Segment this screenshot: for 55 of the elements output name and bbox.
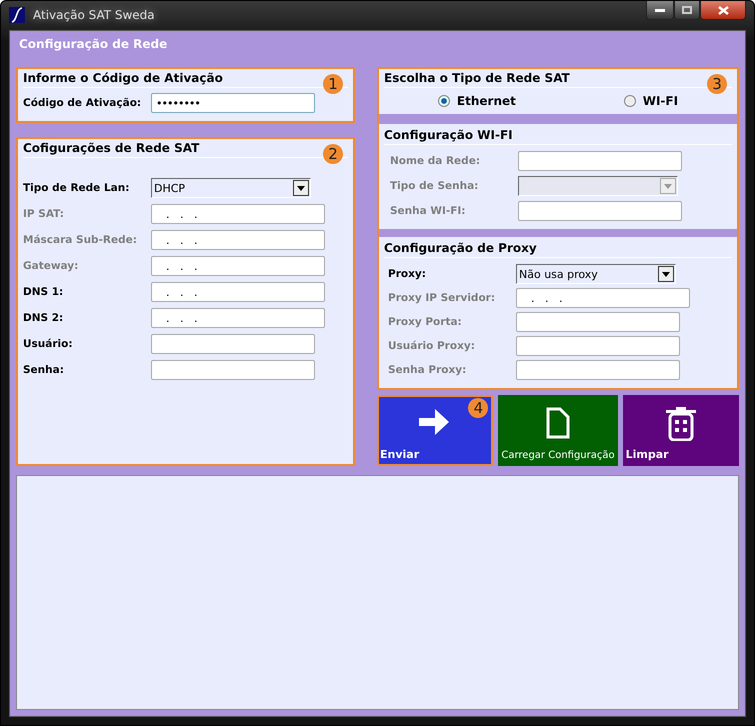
step-badge: 1	[323, 74, 343, 94]
caret-icon	[293, 180, 309, 196]
field-label: Senha WI-FI:	[390, 205, 466, 217]
dropdown[interactable]: Não usa proxy	[516, 264, 676, 284]
minimize-icon	[655, 8, 665, 12]
field-label: DNS 2:	[23, 312, 64, 324]
input-field[interactable]	[151, 334, 315, 354]
maximize-button[interactable]	[674, 1, 700, 20]
close-button[interactable]	[700, 1, 746, 20]
group-title: Configuração WI-FI	[384, 128, 732, 145]
input-field[interactable]	[151, 360, 315, 380]
minimize-button[interactable]	[646, 1, 674, 20]
input-field[interactable]: ••••••••	[151, 93, 315, 113]
field-label: Usuário Proxy:	[388, 340, 476, 352]
caret-icon	[658, 266, 674, 282]
field-label: Senha Proxy:	[388, 364, 468, 376]
field-label: Gateway:	[23, 260, 80, 272]
input-field[interactable]	[516, 336, 680, 356]
document-icon	[546, 407, 570, 439]
field-label: Proxy:	[388, 268, 427, 280]
field-label: Senha:	[23, 364, 65, 376]
load-button[interactable]: Carregar Configuração	[498, 395, 618, 466]
step-badge: 2	[323, 144, 343, 164]
field-label: Máscara Sub-Rede:	[23, 234, 138, 246]
step-badge: 3	[707, 74, 727, 94]
input-field[interactable]	[516, 360, 680, 380]
page-header: Configuração de Rede	[18, 36, 168, 53]
caret-icon	[660, 178, 676, 194]
field-label: Usuário:	[23, 338, 74, 350]
group-title: Configuração de Proxy	[384, 241, 732, 258]
field-label: Tipo de Senha:	[390, 180, 480, 192]
input-field[interactable]	[516, 312, 680, 332]
close-icon	[718, 6, 728, 14]
step-badge: 4	[468, 398, 488, 418]
window-title: Ativação SAT Sweda	[33, 8, 155, 22]
field-label: Tipo de Rede Lan:	[23, 182, 130, 194]
field-label: DNS 1:	[23, 286, 64, 298]
input-field[interactable]	[518, 151, 682, 171]
maximize-icon	[682, 6, 692, 14]
input-field[interactable]	[518, 201, 682, 221]
dropdown[interactable]: DHCP	[151, 178, 311, 198]
field-label: Proxy IP Servidor:	[388, 292, 496, 304]
trash-icon	[664, 407, 697, 441]
input-field[interactable]: . . .	[151, 282, 325, 302]
input-field[interactable]: . . .	[151, 308, 325, 328]
field-label: Nome da Rede:	[390, 155, 482, 167]
field-label: Proxy Porta:	[388, 316, 463, 328]
arrow-icon	[419, 407, 452, 437]
field-label: IP SAT:	[23, 208, 65, 220]
app-icon	[9, 7, 25, 23]
radio-button[interactable]: WI-FI	[624, 94, 678, 108]
clear-button[interactable]: Limpar	[622, 395, 739, 466]
radio-button[interactable]: Ethernet	[438, 94, 516, 108]
send-button[interactable]: 4 Enviar	[377, 395, 494, 466]
field-label: Código de Ativação:	[23, 97, 142, 109]
